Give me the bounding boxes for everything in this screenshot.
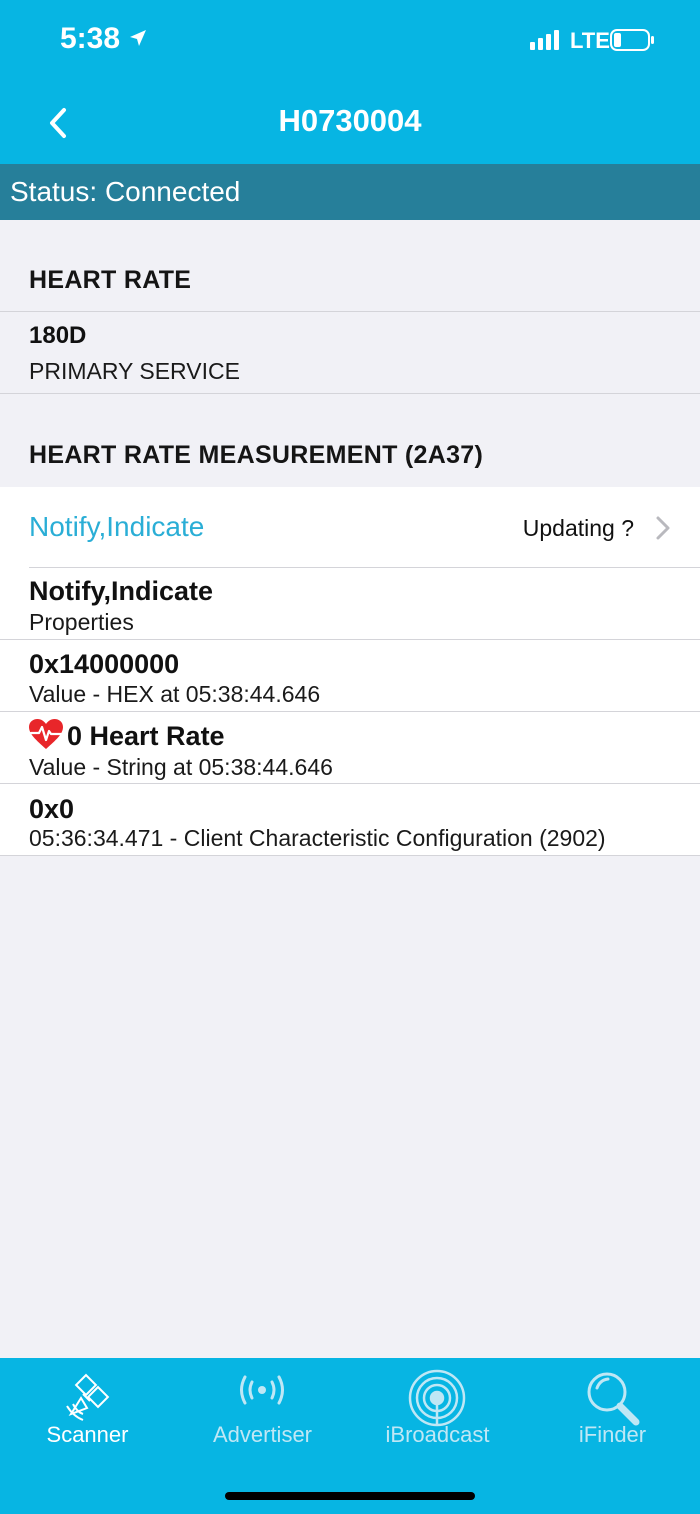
tab-advertiser[interactable]: Advertiser [175, 1358, 350, 1468]
location-arrow-icon [130, 30, 146, 46]
battery-icon [610, 29, 654, 51]
divider [0, 639, 700, 640]
descriptor-label: 05:36:34.471 - Client Characteristic Con… [29, 825, 606, 851]
connection-status: Status: Connected [10, 176, 241, 207]
tab-label: Scanner [46, 1422, 129, 1447]
tab-label: Advertiser [212, 1422, 313, 1447]
tab-label: iBroadcast [385, 1422, 490, 1447]
broadcast-icon [240, 1375, 284, 1405]
string-value-label: Value - String at 05:38:44.646 [29, 754, 333, 780]
tab-scanner[interactable]: Scanner [0, 1358, 175, 1468]
service-type: PRIMARY SERVICE [29, 358, 240, 384]
ibeacon-icon [408, 1369, 466, 1427]
divider [0, 311, 700, 312]
descriptor-value: 0x0 [29, 794, 75, 824]
notify-indicate-link[interactable]: Notify,Indicate [29, 511, 204, 543]
tab-bar: Scanner Advertiser iBroadcast iFinder [0, 1358, 700, 1514]
tab-ifinder[interactable]: iFinder [525, 1358, 700, 1468]
heart-rate-icon [29, 719, 63, 749]
divider [0, 855, 700, 856]
divider [0, 393, 700, 394]
characteristic-header: HEART RATE MEASUREMENT (2A37) [29, 441, 484, 469]
hex-value-label: Value - HEX at 05:38:44.646 [29, 681, 321, 707]
updating-status: Updating ? [522, 515, 634, 541]
cellular-signal-icon [530, 30, 559, 50]
page-title: H0730004 [278, 103, 422, 138]
tab-label: iFinder [578, 1422, 647, 1447]
divider [0, 711, 700, 712]
magnifier-icon [587, 1372, 640, 1426]
network-type: LTE [570, 28, 610, 53]
connection-status-bar: Status: Connected [0, 164, 700, 220]
divider [29, 567, 700, 568]
tab-ibroadcast[interactable]: iBroadcast [350, 1358, 525, 1468]
service-header: HEART RATE [29, 266, 192, 294]
service-uuid: 180D [29, 322, 87, 349]
properties-value: Notify,Indicate [29, 576, 214, 606]
status-time: 5:38 [60, 22, 121, 55]
string-value: 0 Heart Rate [67, 721, 225, 751]
divider [0, 783, 700, 784]
satellite-icon [66, 1373, 110, 1421]
navigation-header: 5:38 LTE H0730004 [0, 0, 700, 164]
chevron-right-icon [656, 516, 670, 540]
home-indicator[interactable] [225, 1492, 475, 1500]
properties-label: Properties [29, 609, 134, 635]
hex-value: 0x14000000 [29, 649, 180, 679]
